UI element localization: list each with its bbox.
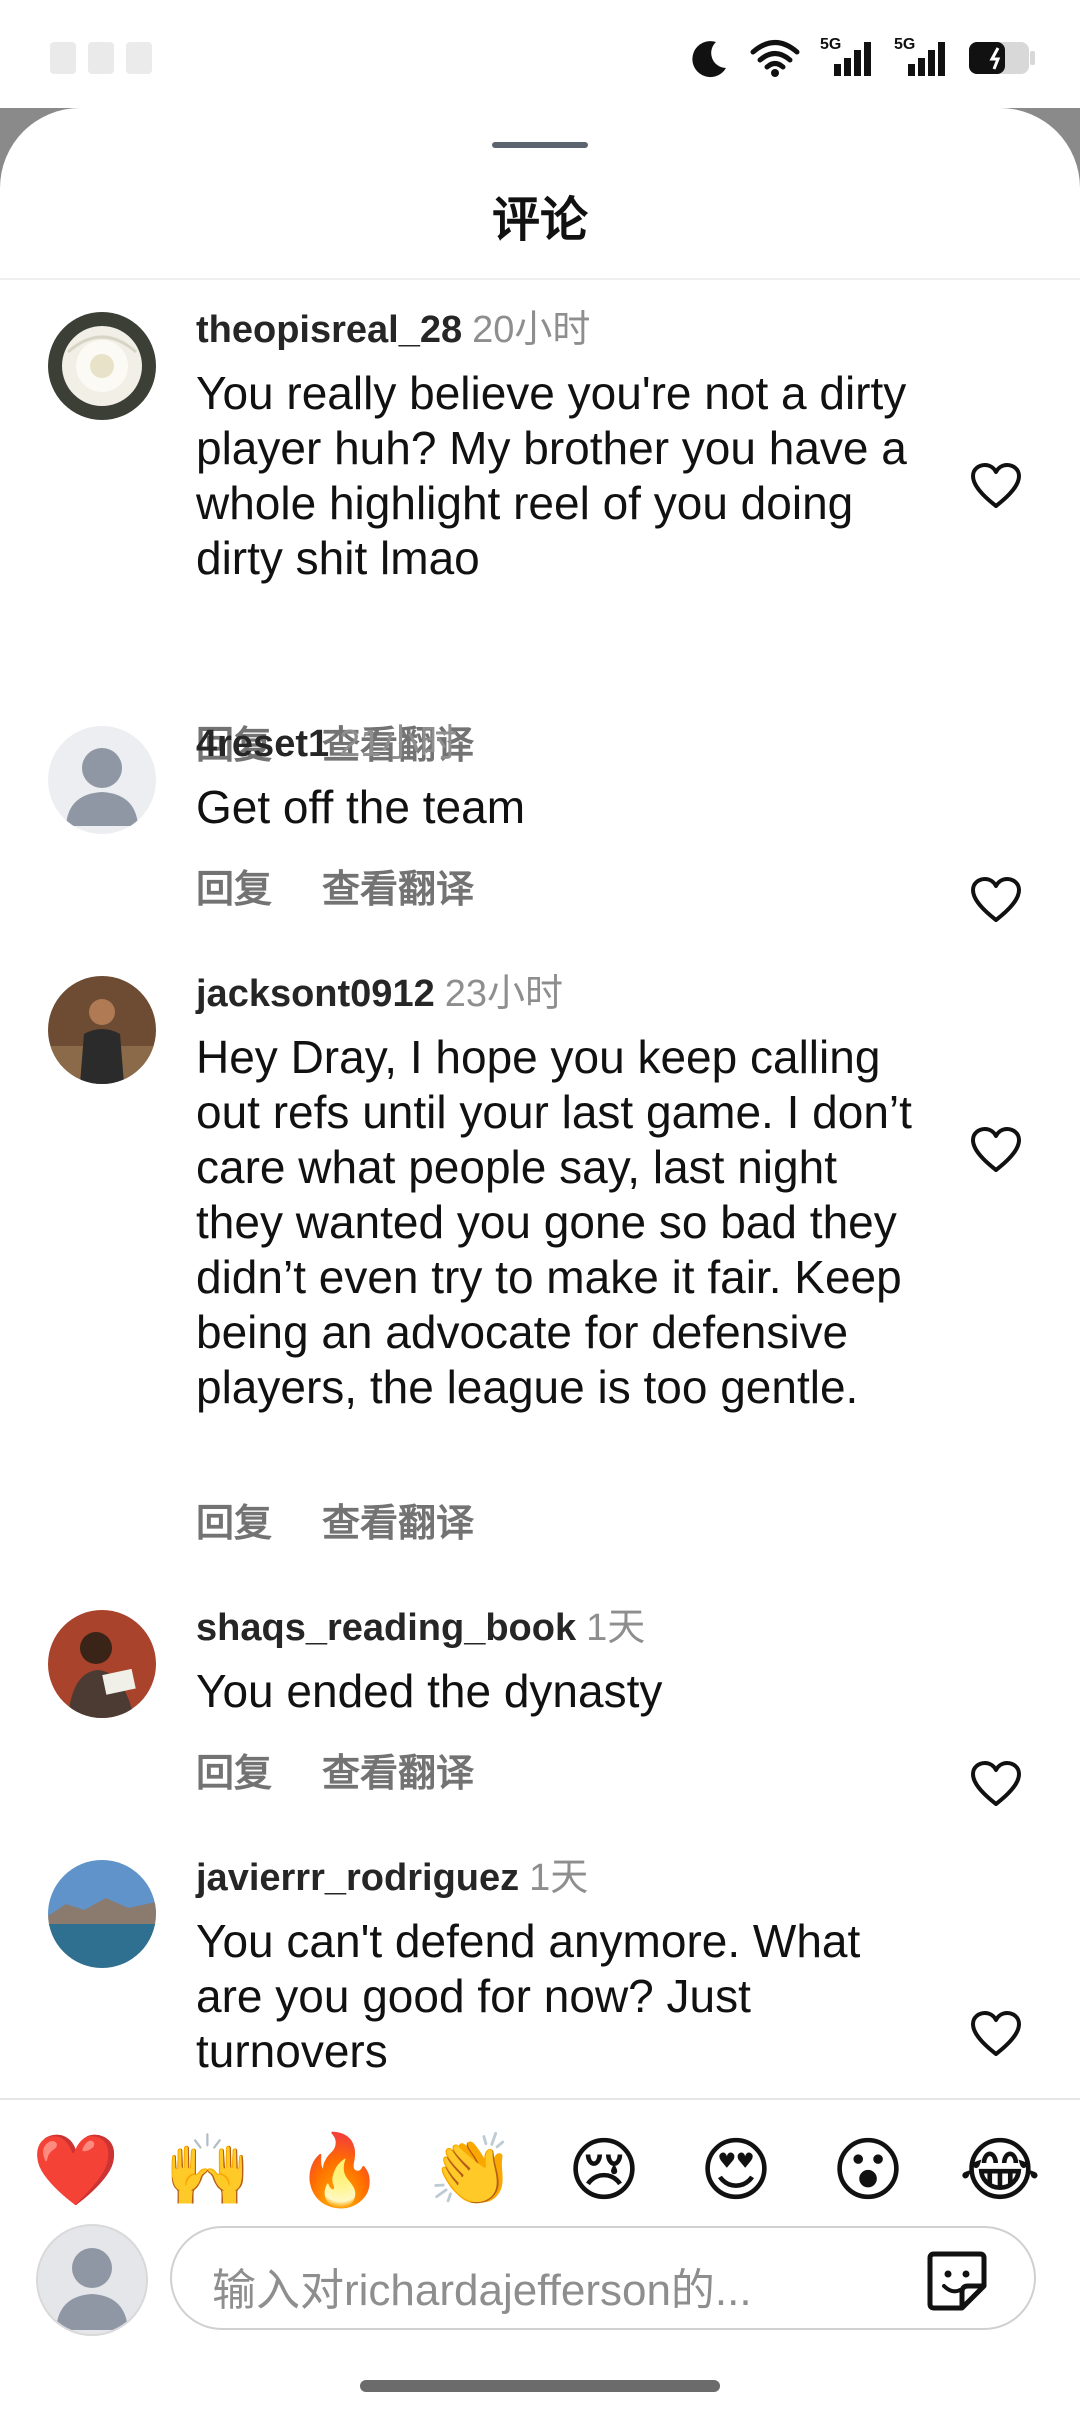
- sheet-drag-handle[interactable]: [492, 142, 588, 148]
- timestamp: 20小时: [472, 309, 591, 351]
- like-heart-icon[interactable]: [970, 1126, 1022, 1174]
- avatar[interactable]: [48, 726, 156, 834]
- status-bar: 5G 5G: [0, 0, 1080, 108]
- comment-text: Hey Dray, I hope you keep calling out re…: [196, 1031, 912, 1413]
- signal-5g-icon-2: 5G: [894, 36, 948, 80]
- current-user-avatar[interactable]: [36, 2224, 148, 2336]
- comment-input[interactable]: 输入对richardajefferson的...: [170, 2226, 1036, 2330]
- username[interactable]: javierrr_rodriguez: [196, 1857, 519, 1899]
- signal-5g-icon-1: 5G: [820, 36, 874, 80]
- person-reading-icon: [48, 1610, 156, 1718]
- status-icons: 5G 5G: [690, 36, 1036, 80]
- reaction-raised-hands-icon[interactable]: 🙌: [158, 2120, 258, 2220]
- reaction-crying-icon[interactable]: 😢: [554, 2120, 654, 2220]
- reaction-laughing-icon[interactable]: 😂: [950, 2120, 1050, 2220]
- lake-landscape-icon: [48, 1860, 156, 1968]
- comment-text: You can't defend anymore. What are you g…: [196, 1915, 861, 2077]
- comment-meta: theopisreal_28 20小时: [196, 306, 590, 354]
- comment-meta: jacksont0912 23小时: [196, 970, 563, 1018]
- reaction-surprised-icon[interactable]: 😮: [818, 2120, 918, 2220]
- default-user-icon: [66, 748, 138, 826]
- comment-actions: 回复 查看翻译: [196, 1742, 474, 1797]
- white-camellia-icon: [48, 312, 156, 420]
- like-heart-icon[interactable]: [970, 1760, 1022, 1808]
- comment-actions: 回复 查看翻译: [196, 1492, 474, 1547]
- reaction-fire-icon[interactable]: 🔥: [290, 2120, 390, 2220]
- like-heart-icon[interactable]: [970, 2010, 1022, 2058]
- comment-input-placeholder: 输入对richardajefferson的...: [212, 2266, 752, 2315]
- timestamp: 1天: [529, 1857, 589, 1899]
- avatar[interactable]: [48, 1610, 156, 1718]
- see-translation-button[interactable]: 查看翻译: [322, 858, 474, 913]
- comment-meta: shaqs_reading_book 1天: [196, 1604, 645, 1652]
- do-not-disturb-moon-icon: [690, 38, 730, 78]
- username[interactable]: 4reset1: [196, 723, 329, 765]
- reply-button[interactable]: 回复: [196, 858, 272, 913]
- sheet-title: 评论: [491, 194, 588, 247]
- reply-button[interactable]: 回复: [196, 1742, 272, 1797]
- comment-actions: 回复 查看翻译: [196, 858, 474, 913]
- avatar[interactable]: [48, 312, 156, 420]
- username[interactable]: shaqs_reading_book: [196, 1607, 576, 1649]
- username[interactable]: theopisreal_28: [196, 309, 462, 351]
- comment-text: Get off the team: [196, 781, 526, 833]
- person-photo-icon: [48, 976, 156, 1084]
- comment-meta: javierrr_rodriguez 1天: [196, 1854, 588, 1902]
- reaction-clapping-icon[interactable]: 👏: [422, 2120, 522, 2220]
- home-indicator[interactable]: [360, 2380, 720, 2392]
- see-translation-button[interactable]: 查看翻译: [322, 1492, 474, 1547]
- battery-icon: [968, 40, 1036, 76]
- comment-meta: 4reset1 21小时: [196, 720, 457, 768]
- username[interactable]: jacksont0912: [196, 973, 435, 1015]
- timestamp: 21小时: [339, 723, 458, 765]
- sticker-icon[interactable]: [924, 2248, 990, 2314]
- see-translation-button[interactable]: 查看翻译: [322, 1742, 474, 1797]
- like-heart-icon[interactable]: [970, 462, 1022, 510]
- composer-bar: ❤️ 🙌 🔥 👏 😢 😍 😮 😂 输入对richardajefferson的..…: [0, 2098, 1080, 2414]
- avatar[interactable]: [48, 1860, 156, 1968]
- timestamp: 1天: [586, 1607, 646, 1649]
- avatar[interactable]: [48, 976, 156, 1084]
- divider: [0, 278, 1080, 280]
- quick-reaction-row: ❤️ 🙌 🔥 👏 😢 😍 😮 😂: [0, 2120, 1080, 2220]
- like-heart-icon[interactable]: [970, 876, 1022, 924]
- status-left-placeholder: [50, 42, 152, 74]
- reaction-heart-eyes-icon[interactable]: 😍: [686, 2120, 786, 2220]
- reply-button[interactable]: 回复: [196, 1492, 272, 1547]
- default-user-icon: [56, 2248, 128, 2330]
- wifi-icon: [750, 39, 800, 77]
- comments-sheet: 评论 theopisreal_28 20小时 You really believe…: [0, 108, 1080, 2412]
- comment-text: You ended the dynasty: [196, 1665, 663, 1717]
- timestamp: 23小时: [444, 973, 563, 1015]
- reaction-heart-icon[interactable]: ❤️: [26, 2120, 126, 2220]
- comment-text: You really believe you're not a dirty pl…: [196, 367, 907, 584]
